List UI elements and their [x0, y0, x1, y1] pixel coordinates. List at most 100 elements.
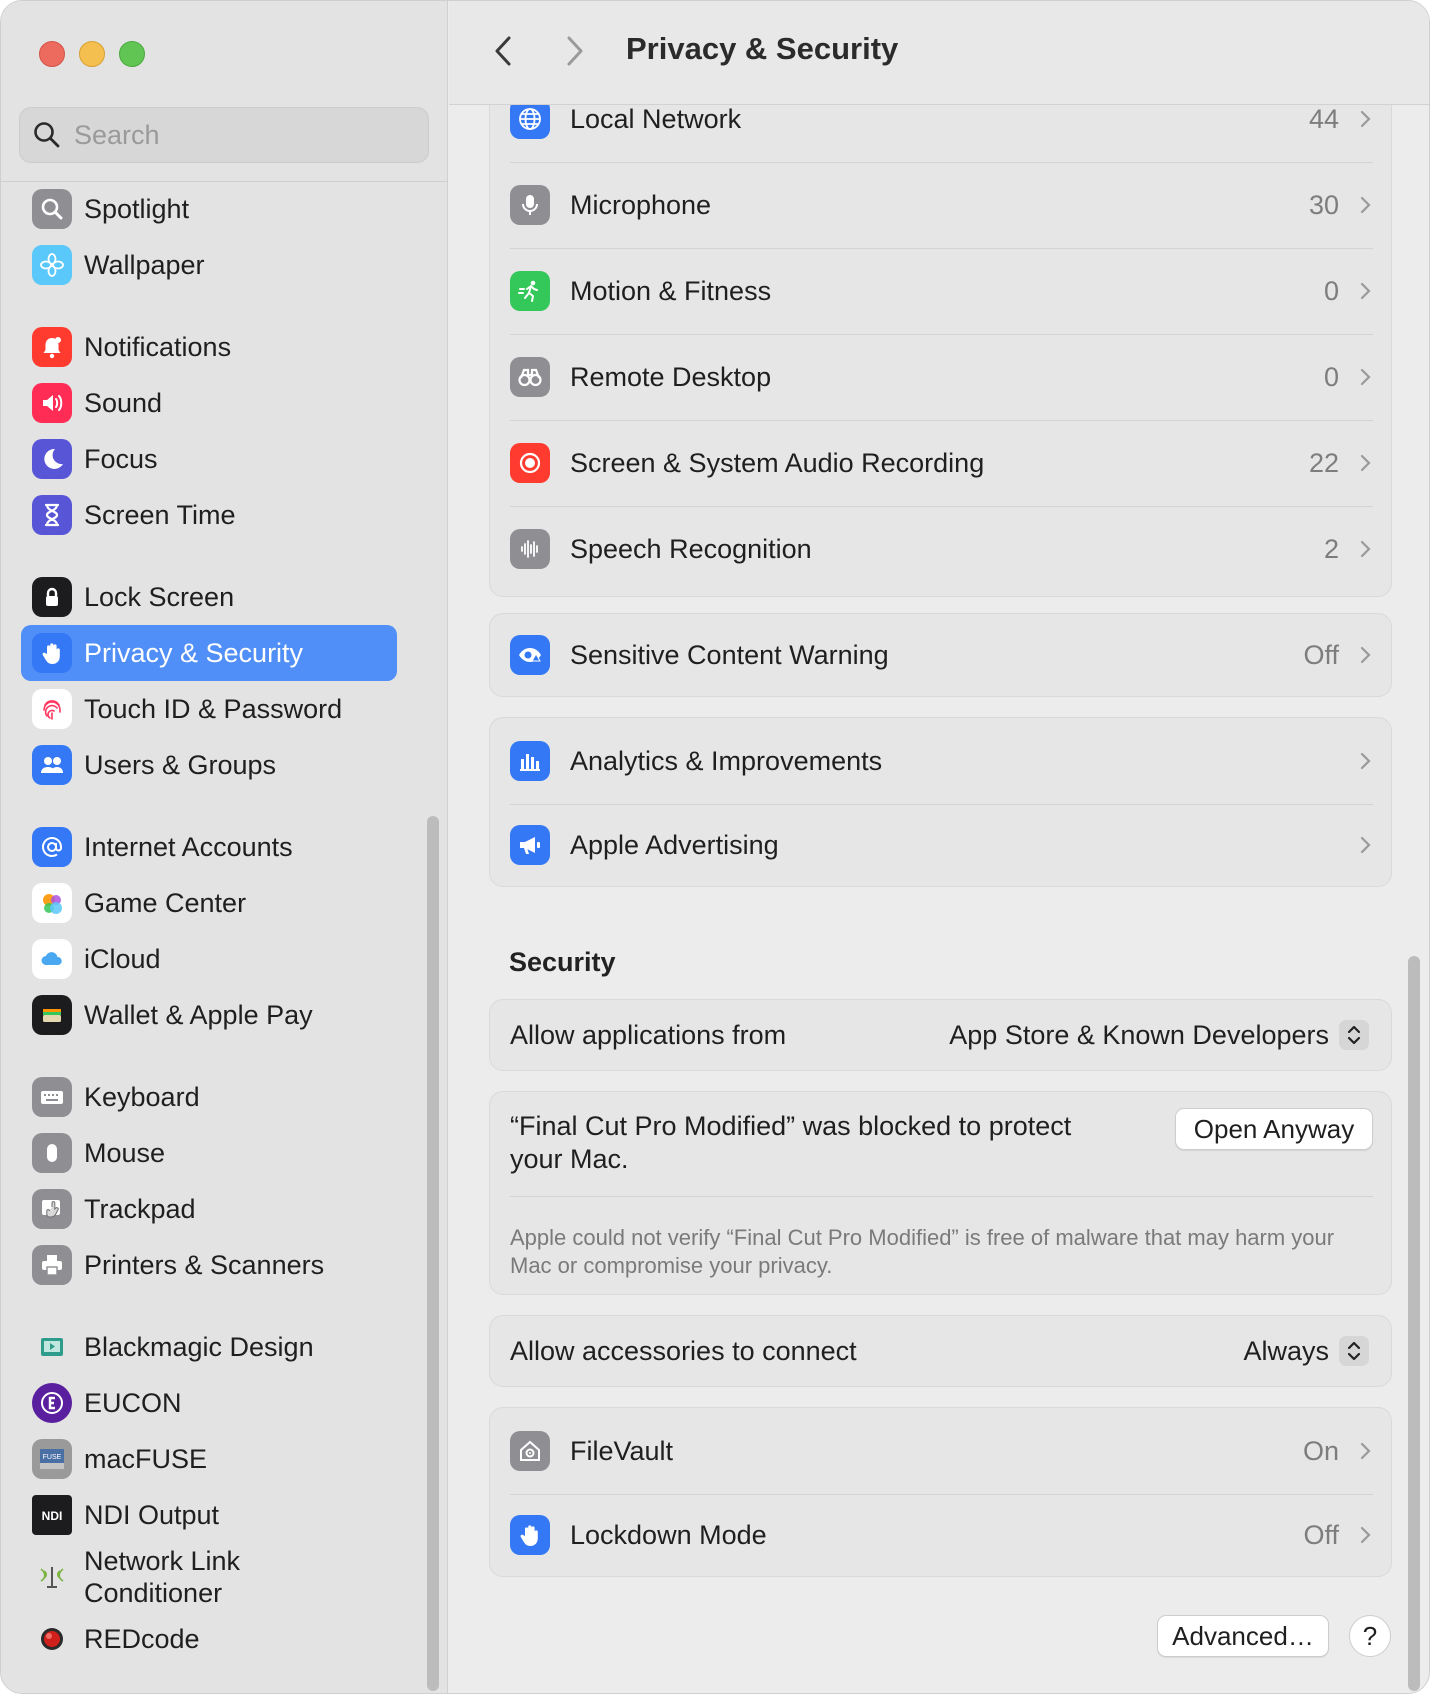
analytics-card: Analytics & Improvements Apple Advertisi…: [489, 717, 1392, 887]
settings-window: Spotlight Wallpaper Notifications Sound: [0, 0, 1430, 1694]
sidebar-item-notifications[interactable]: Notifications: [21, 319, 397, 375]
window-controls: [39, 41, 145, 67]
sidebar-item-network-link[interactable]: Network Link Conditioner: [21, 1543, 397, 1611]
sidebar-item-label: Lock Screen: [84, 582, 235, 612]
row-count: 44: [1308, 105, 1339, 134]
globe-icon: [510, 105, 550, 139]
close-window-button[interactable]: [39, 41, 65, 67]
settings-content: Local Network 44 Microphone 30 Motion & …: [449, 105, 1429, 1693]
sidebar-item-lock-screen[interactable]: Lock Screen: [21, 569, 397, 625]
row-local-network[interactable]: Local Network 44: [490, 105, 1391, 162]
row-lockdown-mode[interactable]: Lockdown Mode Off: [490, 1494, 1391, 1576]
sidebar-item-ndi[interactable]: NDI NDI Output: [21, 1487, 397, 1543]
content-scrollbar[interactable]: [1408, 956, 1420, 1691]
sidebar-item-icloud[interactable]: iCloud: [21, 931, 397, 987]
chevron-right-icon: [1360, 454, 1371, 472]
allow-apps-popup[interactable]: App Store & Known Developers: [949, 1020, 1329, 1051]
minimize-window-button[interactable]: [79, 41, 105, 67]
back-button[interactable]: [484, 31, 524, 71]
sidebar-item-label: REDcode: [84, 1624, 200, 1654]
row-label: Analytics & Improvements: [570, 745, 883, 776]
sidebar-item-internet-accounts[interactable]: Internet Accounts: [21, 819, 397, 875]
notifications-icon: [32, 327, 72, 367]
row-speech-recognition[interactable]: Speech Recognition 2: [490, 506, 1391, 592]
sidebar-item-privacy-security[interactable]: Privacy & Security: [21, 625, 397, 681]
blocked-app-message: “Final Cut Pro Modified” was blocked to …: [510, 1111, 1072, 1174]
allow-apps-label: Allow applications from: [510, 1019, 787, 1050]
focus-icon: [32, 439, 72, 479]
sidebar-item-blackmagic[interactable]: Blackmagic Design: [21, 1319, 397, 1375]
accessories-popup[interactable]: Always: [1243, 1336, 1329, 1367]
icloud-icon: [32, 939, 72, 979]
row-sensitive-content-warning[interactable]: Sensitive Content Warning Off: [490, 614, 1391, 696]
sidebar-item-users-groups[interactable]: Users & Groups: [21, 737, 397, 793]
sidebar-item-label: Printers & Scanners: [84, 1250, 325, 1280]
mouse-icon: [32, 1133, 72, 1173]
row-apple-advertising[interactable]: Apple Advertising: [490, 804, 1391, 886]
accessories-label: Allow accessories to connect: [510, 1335, 857, 1366]
bar-chart-icon: [510, 741, 550, 781]
sidebar-item-printers[interactable]: Printers & Scanners: [21, 1237, 397, 1293]
sidebar-item-redcode[interactable]: REDcode: [21, 1611, 397, 1667]
lockdown-hand-icon: [510, 1515, 550, 1555]
open-anyway-button[interactable]: Open Anyway: [1175, 1108, 1373, 1150]
allow-apps-popup-button[interactable]: [1339, 1020, 1369, 1050]
sidebar-item-trackpad[interactable]: Trackpad: [21, 1181, 397, 1237]
sidebar-item-eucon[interactable]: EUCON: [21, 1375, 397, 1431]
eye-warning-icon: [510, 635, 550, 675]
search-field[interactable]: [19, 107, 429, 163]
sidebar-item-label: Internet Accounts: [84, 832, 293, 862]
sidebar-item-sound[interactable]: Sound: [21, 375, 397, 431]
chevron-right-icon: [1360, 752, 1371, 770]
sidebar-item-label: Wallpaper: [84, 250, 205, 280]
sensitive-content-card: Sensitive Content Warning Off: [489, 613, 1392, 697]
forward-button[interactable]: [554, 31, 594, 71]
screen-time-icon: [32, 495, 72, 535]
sidebar-item-label: NDI Output: [84, 1500, 220, 1530]
help-button[interactable]: ?: [1349, 1615, 1391, 1657]
row-motion-fitness[interactable]: Motion & Fitness 0: [490, 248, 1391, 334]
chevron-right-icon: [1360, 110, 1371, 128]
chevron-right-icon: [1360, 282, 1371, 300]
ndi-icon: NDI: [32, 1495, 72, 1535]
svg-text:FUSE: FUSE: [43, 1454, 62, 1461]
sidebar-item-keyboard[interactable]: Keyboard: [21, 1069, 397, 1125]
row-filevault[interactable]: FileVault On: [490, 1408, 1391, 1494]
row-count: 0: [1323, 275, 1339, 306]
row-screen-recording[interactable]: Screen & System Audio Recording 22: [490, 420, 1391, 506]
sidebar-scrollbar[interactable]: [427, 816, 439, 1691]
row-label: Local Network: [570, 105, 742, 134]
up-down-arrows-icon: [1347, 1341, 1361, 1361]
sidebar-item-label: Game Center: [84, 888, 247, 918]
row-analytics-improvements[interactable]: Analytics & Improvements: [490, 718, 1391, 804]
sidebar-item-wallpaper[interactable]: Wallpaper: [21, 237, 397, 293]
zoom-window-button[interactable]: [119, 41, 145, 67]
sidebar-item-macfuse[interactable]: FUSE macFUSE: [21, 1431, 397, 1487]
sidebar-item-touch-id[interactable]: Touch ID & Password: [21, 681, 397, 737]
row-microphone[interactable]: Microphone 30: [490, 162, 1391, 248]
lock-screen-icon: [32, 577, 72, 617]
at-sign-icon: [32, 827, 72, 867]
sidebar-item-mouse[interactable]: Mouse: [21, 1125, 397, 1181]
row-divider: [510, 1196, 1373, 1197]
accessories-popup-button[interactable]: [1339, 1336, 1369, 1366]
row-count: 2: [1323, 533, 1339, 564]
sidebar-item-game-center[interactable]: Game Center: [21, 875, 397, 931]
printer-icon: [32, 1245, 72, 1285]
sidebar-item-spotlight[interactable]: Spotlight: [21, 181, 397, 237]
sidebar-item-focus[interactable]: Focus: [21, 431, 397, 487]
megaphone-icon: [510, 825, 550, 865]
sidebar-item-label: Sound: [84, 388, 163, 418]
row-label: Microphone: [570, 189, 712, 220]
sidebar-item-label: Mouse: [84, 1138, 166, 1168]
microphone-icon: [510, 185, 550, 225]
record-icon: [510, 443, 550, 483]
sidebar-item-screen-time[interactable]: Screen Time: [21, 487, 397, 543]
keyboard-icon: [32, 1077, 72, 1117]
search-input[interactable]: [74, 119, 414, 151]
advanced-button[interactable]: Advanced…: [1157, 1615, 1329, 1657]
blocked-app-card: “Final Cut Pro Modified” was blocked to …: [489, 1091, 1392, 1295]
row-remote-desktop[interactable]: Remote Desktop 0: [490, 334, 1391, 420]
sidebar-item-wallet[interactable]: Wallet & Apple Pay: [21, 987, 397, 1043]
row-label: Screen & System Audio Recording: [570, 447, 985, 478]
